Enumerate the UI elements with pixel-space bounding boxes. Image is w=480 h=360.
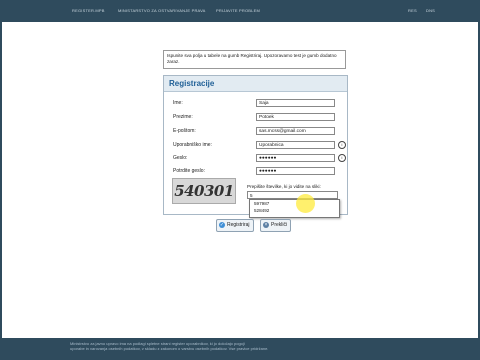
footer-text: Ministrstvo za javno upravo ima na podla…	[70, 341, 340, 351]
footer-line: uporabe in varovanja osebnih podatkov, v…	[70, 346, 269, 351]
captcha-input[interactable]: 5	[247, 191, 338, 199]
field-row-username: Uporabniško ime: Uporabnica i	[173, 141, 346, 150]
cursor-highlight	[296, 194, 315, 213]
register-icon: ✓	[219, 221, 225, 228]
last-name-input[interactable]: Potoek	[256, 113, 335, 121]
username-label: Uporabniško ime:	[173, 142, 212, 148]
register-button[interactable]: ✓ Registriraj	[216, 219, 254, 232]
cancel-button-label: Prekliči	[271, 222, 288, 228]
autocomplete-option[interactable]: 597987	[250, 200, 339, 207]
field-row-last-name: Prezime: Potoek	[173, 113, 345, 122]
field-row-first-name: Ime: Saja	[173, 99, 345, 108]
panel-title: Registracije	[164, 76, 347, 92]
confirm-password-input[interactable]: ●●●●●●	[256, 167, 335, 175]
nav-item-ministry[interactable]: MINISTARSTVO ZA OSTVARIVANJE PRAVA	[118, 8, 206, 13]
register-button-label: Registriraj	[227, 222, 250, 228]
autocomplete-dropdown: 597987 528492	[249, 199, 340, 218]
cancel-icon: ×	[263, 221, 269, 228]
nav-item-register[interactable]: REGISTER.MPB	[72, 8, 105, 13]
confirm-password-label: Potrdite geslo:	[173, 168, 205, 174]
email-input[interactable]: sas.mcss@gmail.com	[256, 127, 335, 135]
field-row-confirm-password: Potrdite geslo: ●●●●●●	[173, 167, 345, 176]
username-input[interactable]: Uporabnica	[256, 141, 335, 149]
info-icon[interactable]: i	[338, 154, 346, 162]
first-name-label: Ime:	[173, 100, 183, 106]
first-name-input[interactable]: Saja	[256, 99, 335, 107]
field-row-email: E-poštom: sas.mcss@gmail.com	[173, 127, 345, 136]
last-name-label: Prezime:	[173, 114, 193, 120]
footer-bar: Ministrstvo za javno upravo ima na podla…	[0, 338, 480, 360]
field-row-password: Geslo: ●●●●●● i	[173, 154, 346, 163]
top-navigation-bar: REGISTER.MPB MINISTARSTVO ZA OSTVARIVANJ…	[0, 0, 480, 22]
autocomplete-option[interactable]: 528492	[250, 207, 339, 214]
nav-item-res[interactable]: RES	[408, 8, 417, 13]
email-label: E-poštom:	[173, 128, 196, 134]
cancel-button[interactable]: × Prekliči	[260, 219, 292, 232]
password-input[interactable]: ●●●●●●	[256, 154, 335, 162]
intro-notice: Ispunite sva polja u tabele na gumb Regi…	[163, 50, 346, 69]
captcha-image: 540301	[172, 178, 236, 204]
nav-item-dns[interactable]: DNS	[426, 8, 435, 13]
nav-item-report-problem[interactable]: PRIJAVITE PROBLEM	[216, 8, 260, 13]
captcha-prompt: Prepišite številke, ki jo vidite na slik…	[247, 184, 321, 189]
info-icon[interactable]: i	[338, 141, 346, 149]
password-label: Geslo:	[173, 155, 188, 161]
